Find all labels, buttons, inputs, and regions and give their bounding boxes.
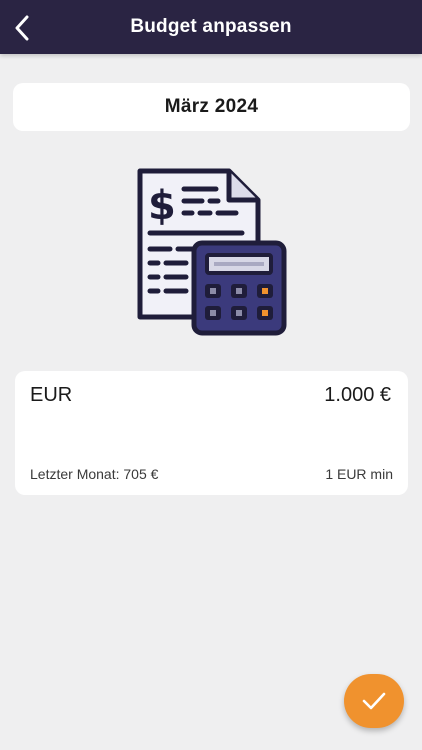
- app-screen: Budget anpassen März 2024 $ EUR 1.000 € …: [0, 0, 422, 750]
- budget-document-calculator-icon: $: [137, 168, 287, 336]
- month-selector[interactable]: März 2024: [13, 83, 410, 131]
- confirm-button[interactable]: [344, 674, 404, 728]
- currency-label: EUR: [30, 384, 73, 406]
- header-bar: Budget anpassen: [0, 0, 422, 54]
- last-month-label: Letzter Monat: 705 €: [30, 466, 159, 482]
- budget-amount-input[interactable]: 1.000 €: [324, 384, 391, 407]
- month-label: März 2024: [164, 96, 259, 117]
- chevron-left-icon: [15, 15, 29, 41]
- checkmark-icon: [362, 692, 386, 710]
- budget-card: EUR 1.000 € Letzter Monat: 705 € 1 EUR m…: [15, 371, 408, 495]
- page-title: Budget anpassen: [130, 16, 292, 37]
- minimum-label: 1 EUR min: [325, 466, 393, 482]
- back-button[interactable]: [14, 13, 48, 43]
- dollar-sign: $: [148, 183, 176, 229]
